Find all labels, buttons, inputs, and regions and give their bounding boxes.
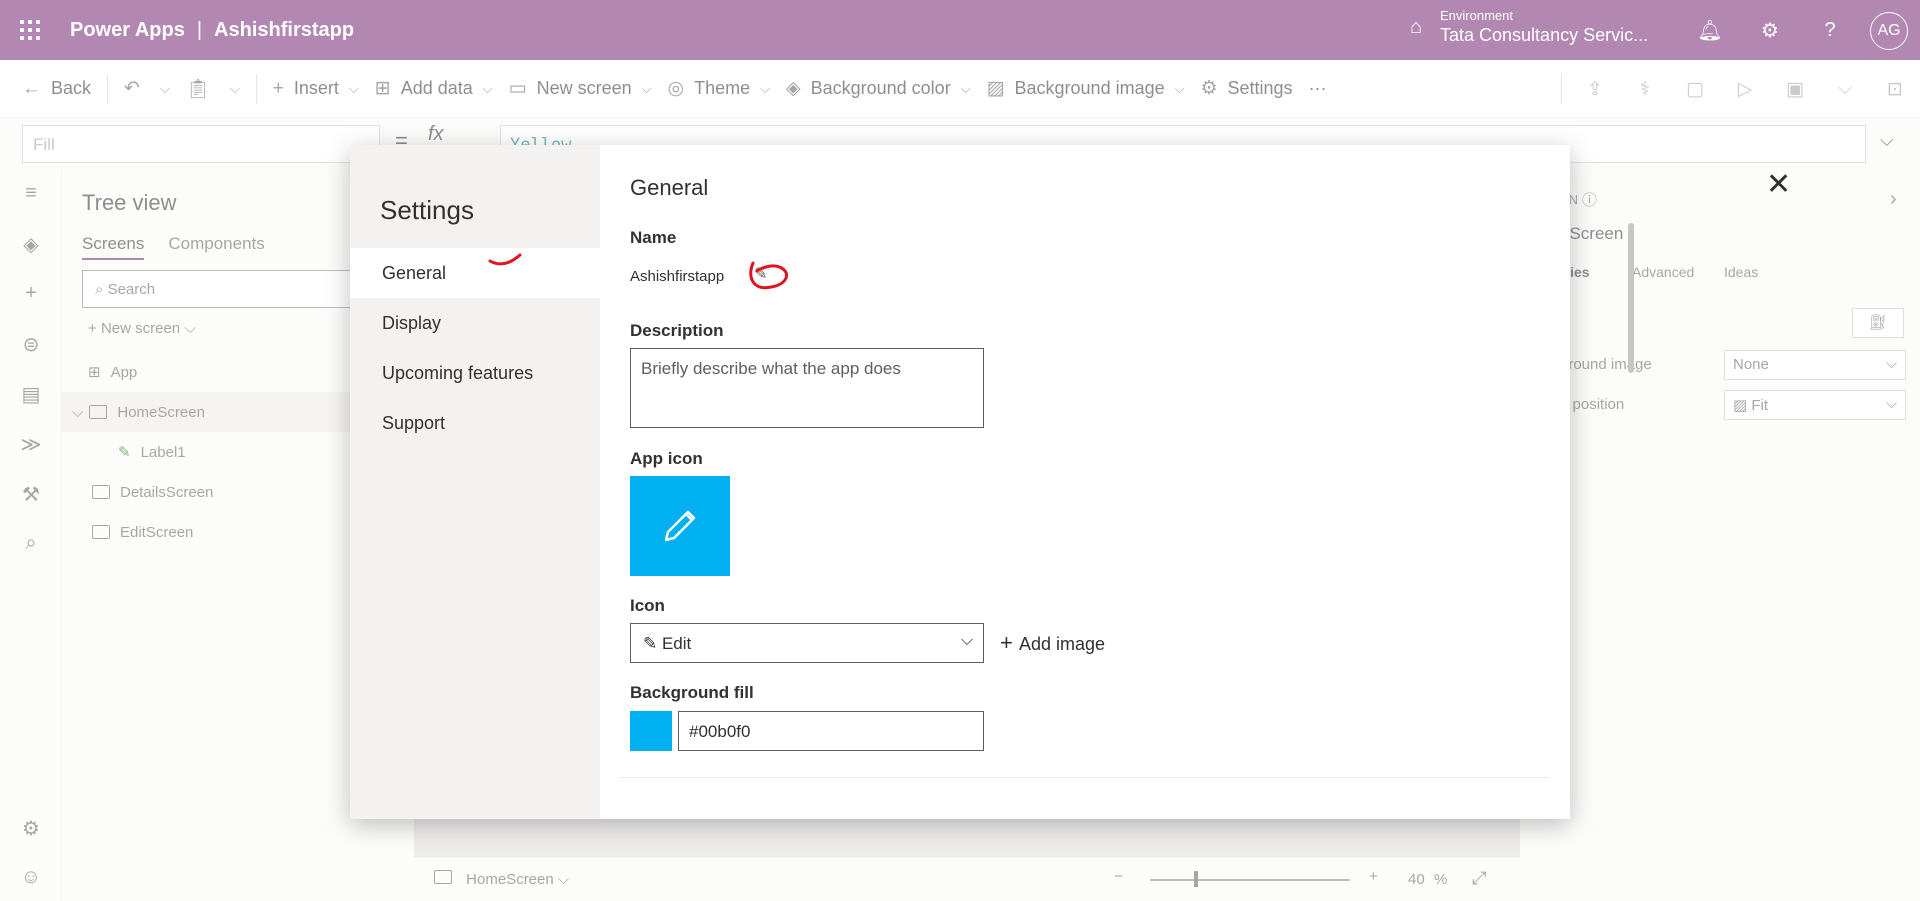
app-icon-preview[interactable] (630, 476, 730, 576)
background-fill-swatch[interactable] (630, 711, 672, 751)
name-label: Name (630, 228, 677, 247)
settings-nav-upcoming-features[interactable]: Upcoming features (350, 348, 600, 398)
background-fill-input[interactable]: #00b0f0 (678, 711, 984, 751)
red-annotation-circle (749, 261, 788, 290)
background-fill-label: Background fill (630, 683, 754, 702)
icon-select[interactable]: ✎ Edit ⌵ (630, 623, 984, 663)
section-title: General (630, 175, 709, 200)
app-name-value: Ashishfirstapp (630, 268, 725, 285)
edit-pencil-icon: ✎ (643, 634, 662, 653)
icon-select-value: Edit (661, 634, 692, 653)
red-annotation-stroke (488, 253, 522, 266)
nav-label: Support (382, 412, 446, 433)
nav-label: Display (382, 312, 442, 333)
add-image-button[interactable]: + Add image (1000, 630, 1105, 656)
description-placeholder: Briefly describe what the app does (641, 359, 901, 378)
add-image-label: Add image (1018, 634, 1106, 654)
nav-label: Upcoming features (382, 362, 534, 383)
settings-nav-support[interactable]: Support (350, 398, 600, 448)
description-label: Description (630, 321, 724, 340)
background-fill-value: #00b0f0 (689, 722, 751, 741)
nav-label: General (382, 262, 447, 283)
divider (620, 777, 1550, 778)
icon-label: Icon (630, 596, 665, 615)
settings-dialog: Settings General Display Upcoming featur… (350, 145, 1791, 819)
close-icon[interactable]: ✕ (1766, 167, 1791, 202)
settings-title: Settings (380, 195, 474, 225)
settings-nav-general[interactable]: General (350, 248, 600, 298)
settings-general-panel: General ✕ Name Ashishfirstapp ✎ Descript… (600, 145, 1791, 819)
app-icon-label: App icon (630, 449, 703, 468)
pencil-icon (664, 510, 696, 542)
plus-icon: + (1000, 630, 1019, 655)
chevron-down-icon: ⌵ (960, 632, 973, 649)
settings-nav: Settings General Display Upcoming featur… (350, 145, 600, 819)
description-input[interactable]: Briefly describe what the app does (630, 348, 984, 428)
dialog-scrollbar[interactable] (1628, 223, 1634, 373)
settings-nav-display[interactable]: Display (350, 298, 600, 348)
